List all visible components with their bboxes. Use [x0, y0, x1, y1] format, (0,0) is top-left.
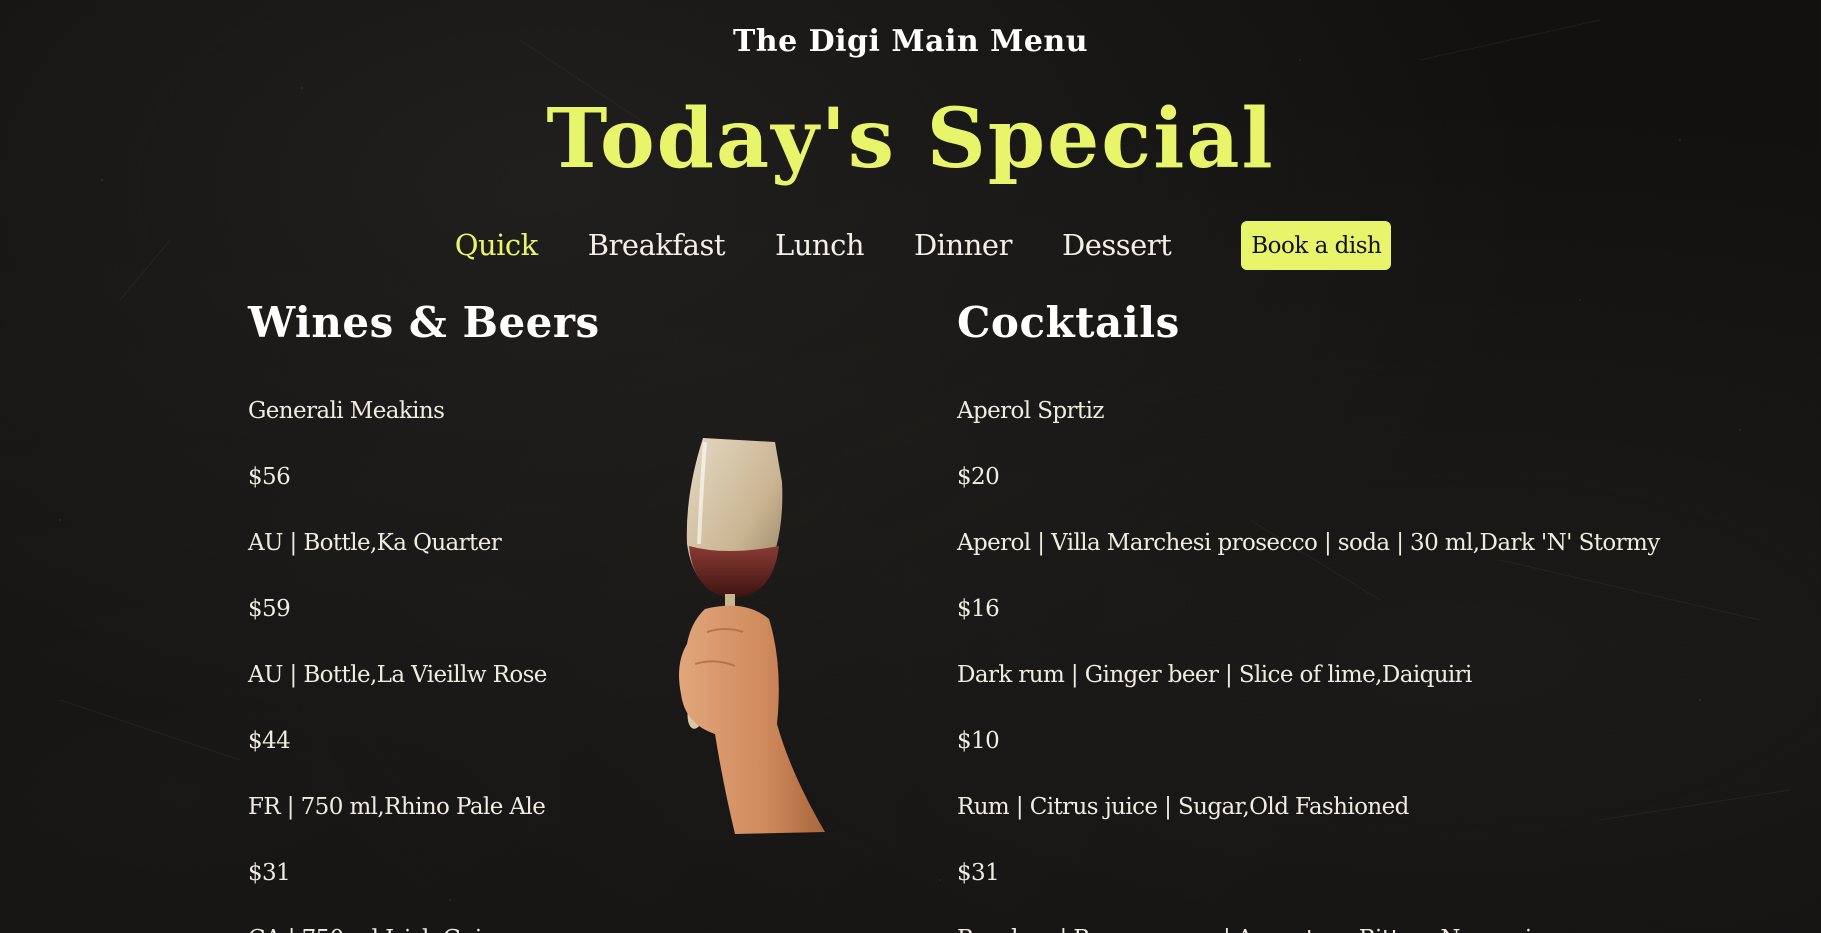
tab-dessert[interactable]: Dessert: [1062, 221, 1172, 270]
list-item: CA | 750 ml,Irish Guinness: [248, 906, 808, 933]
list-item: $31: [957, 860, 1000, 886]
site-title: The Digi Main Menu: [732, 24, 1089, 59]
menu-category-nav: Quick Breakfast Lunch Dinner Dessert Boo…: [0, 221, 1821, 270]
tab-lunch[interactable]: Lunch: [775, 221, 865, 270]
list-item: Rum | Citrus juice | Sugar,Old Fashioned: [957, 794, 1409, 820]
wine-glass-image: [679, 438, 825, 834]
list-item: $10: [957, 728, 1000, 754]
cocktails-heading: Cocktails: [957, 298, 1180, 347]
book-a-dish-button[interactable]: Book a dish: [1241, 221, 1392, 270]
tab-breakfast[interactable]: Breakfast: [588, 221, 726, 270]
list-item: Dark rum | Ginger beer | Slice of lime,D…: [957, 662, 1472, 688]
cocktails-list: Aperol Sprtiz $20 Aperol | Villa Marches…: [957, 378, 1717, 933]
list-item: Aperol | Villa Marchesi prosecco | soda …: [957, 530, 1660, 556]
list-item: Bourbon | Brown sugar | Angostura Bitter…: [957, 906, 1717, 933]
list-item: $16: [957, 596, 1000, 622]
list-item: $20: [957, 464, 1000, 490]
list-item: $31: [248, 860, 291, 886]
list-item: Aperol Sprtiz: [957, 398, 1104, 424]
hero-title: Today's Special: [546, 91, 1275, 187]
cocktails-section: Cocktails Aperol Sprtiz $20 Aperol | Vil…: [957, 296, 1717, 933]
tab-dinner[interactable]: Dinner: [914, 221, 1012, 270]
wines-beers-heading: Wines & Beers: [248, 298, 600, 347]
tab-quick[interactable]: Quick: [455, 221, 539, 270]
